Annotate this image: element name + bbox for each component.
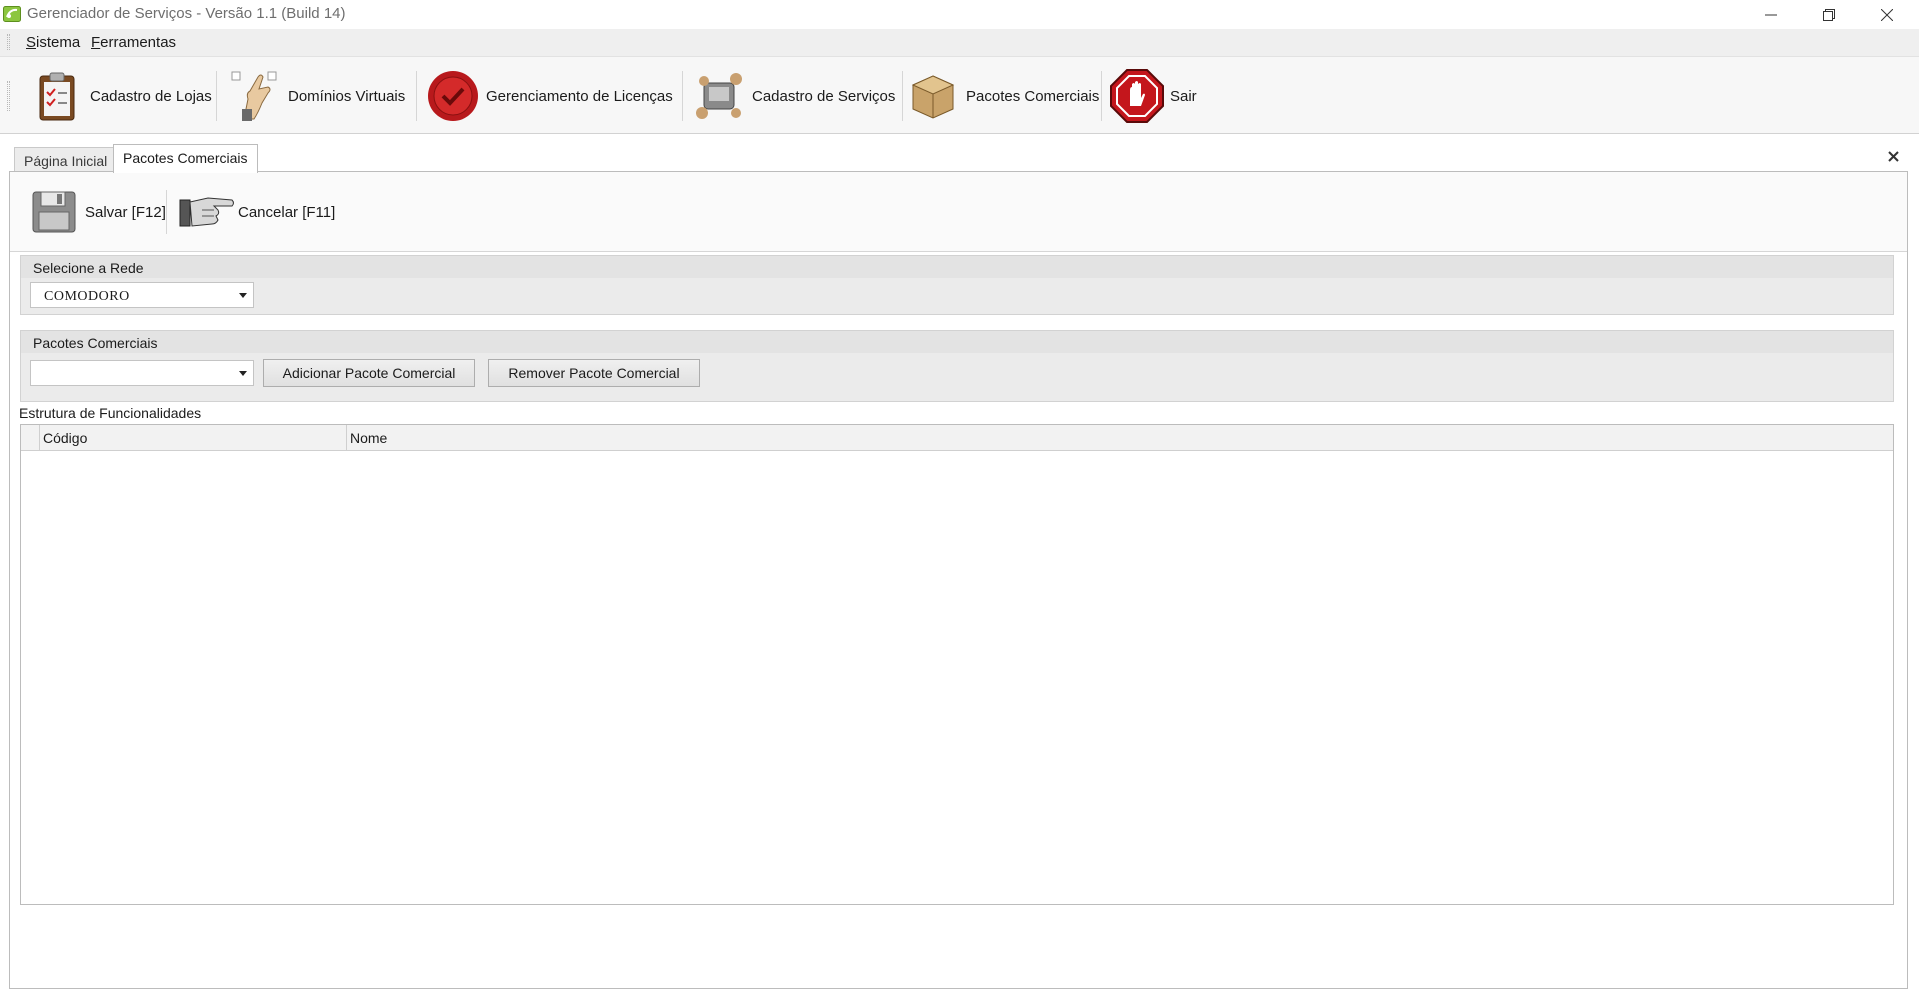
menu-ferramentas-label: erramentas bbox=[100, 34, 177, 51]
grid-header: Código Nome bbox=[21, 425, 1893, 451]
close-icon bbox=[1887, 150, 1899, 162]
row-indicator-header bbox=[21, 425, 40, 450]
structure-title: Estrutura de Funcionalidades bbox=[19, 405, 202, 421]
save-button[interactable]: Salvar [F12] bbox=[25, 184, 166, 240]
pacotes-comerciais-panel: Salvar [F12] Cancelar [F11] Selecione a … bbox=[9, 171, 1908, 989]
menu-sistema[interactable]: Sistema bbox=[26, 34, 80, 51]
menu-ferramentas[interactable]: Ferramentas bbox=[91, 34, 176, 51]
save-label: Salvar [F12] bbox=[85, 203, 166, 221]
gerenciamento-licencas-label: Gerenciamento de Licenças bbox=[486, 87, 673, 105]
minimize-icon bbox=[1765, 14, 1777, 15]
window-title: Gerenciador de Serviços - Versão 1.1 (Bu… bbox=[27, 5, 346, 22]
clipboard-icon bbox=[28, 67, 86, 125]
menu-bar: Sistema Ferramentas bbox=[0, 29, 1919, 56]
pacotes-comerciais-button[interactable]: Pacotes Comerciais bbox=[904, 65, 1099, 127]
packages-group: Pacotes Comerciais Adicionar Pacote Come… bbox=[20, 330, 1894, 402]
cadastro-servicos-label: Cadastro de Serviços bbox=[752, 87, 896, 105]
dominios-virtuais-button[interactable]: Domínios Virtuais bbox=[226, 65, 405, 127]
functionality-grid[interactable]: Código Nome bbox=[20, 424, 1894, 905]
floppy-disk-icon bbox=[25, 187, 83, 237]
chevron-down-icon bbox=[239, 293, 247, 298]
add-package-button[interactable]: Adicionar Pacote Comercial bbox=[263, 359, 475, 387]
toolbar-separator bbox=[216, 71, 217, 121]
form-toolbar-separator bbox=[166, 190, 167, 234]
dominios-virtuais-label: Domínios Virtuais bbox=[288, 87, 406, 105]
services-icon bbox=[690, 67, 748, 125]
seal-check-icon bbox=[424, 67, 482, 125]
hand-pointer-icon bbox=[226, 67, 284, 125]
packages-group-title: Pacotes Comerciais bbox=[21, 331, 1893, 353]
pointing-hand-icon bbox=[178, 187, 236, 237]
cancel-label: Cancelar [F11] bbox=[238, 203, 336, 221]
chevron-down-icon bbox=[239, 371, 247, 376]
network-select[interactable]: COMODORO bbox=[30, 282, 254, 308]
remove-package-button[interactable]: Remover Pacote Comercial bbox=[488, 359, 700, 387]
stop-hand-icon bbox=[1108, 67, 1166, 125]
package-icon bbox=[904, 67, 962, 125]
column-header-codigo[interactable]: Código bbox=[40, 425, 347, 450]
form-toolbar: Salvar [F12] Cancelar [F11] bbox=[10, 172, 1907, 252]
toolbar-separator bbox=[416, 71, 417, 121]
close-icon bbox=[1881, 8, 1893, 21]
menu-grip bbox=[7, 34, 10, 50]
toolbar-separator bbox=[682, 71, 683, 121]
network-select-value: COMODORO bbox=[44, 289, 130, 304]
main-toolbar: Cadastro de Lojas Domínios Virtuais Gere… bbox=[0, 56, 1919, 134]
network-group: Selecione a Rede COMODORO bbox=[20, 255, 1894, 315]
sair-button[interactable]: Sair bbox=[1108, 65, 1197, 127]
cadastro-servicos-button[interactable]: Cadastro de Serviços bbox=[690, 65, 895, 127]
restore-button[interactable] bbox=[1800, 0, 1858, 29]
cancel-button[interactable]: Cancelar [F11] bbox=[178, 184, 335, 240]
cadastro-lojas-label: Cadastro de Lojas bbox=[90, 87, 212, 105]
close-tab-button[interactable] bbox=[1885, 148, 1901, 164]
package-select[interactable] bbox=[30, 360, 254, 386]
menu-ferramentas-accel: F bbox=[91, 34, 101, 51]
restore-icon bbox=[1823, 8, 1835, 21]
app-icon bbox=[3, 6, 21, 22]
toolbar-grip bbox=[7, 81, 10, 111]
column-header-nome[interactable]: Nome bbox=[347, 425, 1893, 450]
close-window-button[interactable] bbox=[1858, 0, 1916, 29]
toolbar-separator bbox=[1101, 71, 1102, 121]
toolbar-separator bbox=[902, 71, 903, 121]
cadastro-lojas-button[interactable]: Cadastro de Lojas bbox=[28, 65, 212, 127]
network-group-title: Selecione a Rede bbox=[21, 256, 1893, 278]
sair-label: Sair bbox=[1170, 87, 1197, 105]
title-bar: Gerenciador de Serviços - Versão 1.1 (Bu… bbox=[0, 0, 1919, 29]
minimize-button[interactable] bbox=[1742, 0, 1800, 29]
tab-pacotes-comerciais[interactable]: Pacotes Comerciais bbox=[113, 144, 258, 173]
menu-sistema-label: istema bbox=[36, 34, 81, 51]
gerenciamento-licencas-button[interactable]: Gerenciamento de Licenças bbox=[424, 65, 673, 127]
document-tabs: Página Inicial Pacotes Comerciais bbox=[0, 134, 1919, 173]
menu-sistema-accel: S bbox=[26, 34, 37, 51]
pacotes-comerciais-label: Pacotes Comerciais bbox=[966, 87, 1100, 105]
tab-pagina-inicial[interactable]: Página Inicial bbox=[14, 147, 118, 172]
